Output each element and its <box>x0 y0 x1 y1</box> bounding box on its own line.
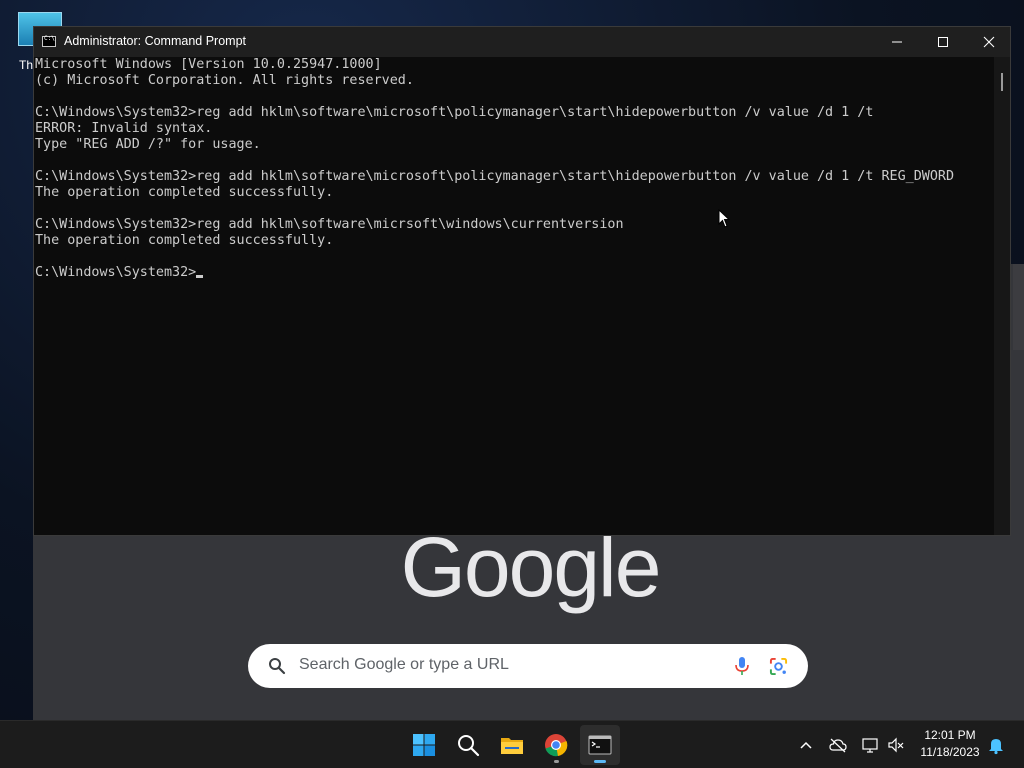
search-icon <box>458 735 480 757</box>
console-output[interactable]: Microsoft Windows [Version 10.0.25947.10… <box>34 57 995 535</box>
scrollbar-thumb[interactable] <box>1001 73 1003 91</box>
prompt-text: C:\Windows\System32> <box>35 265 197 280</box>
terminal-button[interactable] <box>580 725 620 765</box>
console-line: ERROR: Invalid syntax. <box>35 121 213 136</box>
google-lens-icon[interactable] <box>769 657 788 676</box>
close-icon <box>983 36 995 48</box>
console-line: The operation completed successfully. <box>35 233 334 248</box>
clock-date: 11/18/2023 <box>920 745 980 759</box>
window-title: Administrator: Command Prompt <box>64 34 247 48</box>
console-line: C:\Windows\System32>reg add hklm\softwar… <box>35 105 874 120</box>
file-explorer-button[interactable] <box>492 725 532 765</box>
search-box[interactable]: Search Google or type a URL <box>248 644 808 688</box>
search-input[interactable]: Search Google or type a URL <box>299 656 509 674</box>
notification-bell-icon[interactable] <box>986 735 1006 755</box>
text-cursor <box>196 275 204 278</box>
console-line: C:\Windows\System32>reg add hklm\softwar… <box>35 169 955 184</box>
console-line: Microsoft Windows [Version 10.0.25947.10… <box>35 57 382 72</box>
cloud-offline-icon[interactable] <box>828 735 848 755</box>
running-indicator <box>554 760 559 763</box>
chrome-icon <box>545 734 568 757</box>
network-icon[interactable] <box>860 735 880 755</box>
console-line: (c) Microsoft Corporation. All rights re… <box>35 73 414 88</box>
titlebar[interactable]: Administrator: Command Prompt <box>34 27 1010 57</box>
clock[interactable]: 12:01 PM 11/18/2023 <box>912 727 988 761</box>
console-line: The operation completed successfully. <box>35 185 334 200</box>
scrollbar[interactable] <box>994 57 1010 535</box>
mouse-pointer-icon <box>718 209 731 228</box>
chrome-button[interactable] <box>536 725 576 765</box>
start-icon <box>413 734 435 756</box>
taskbar: 12:01 PM 11/18/2023 <box>0 720 1024 768</box>
clock-time: 12:01 PM <box>924 728 976 742</box>
cmd-app-icon <box>42 35 56 47</box>
start-button[interactable] <box>404 725 444 765</box>
active-indicator <box>594 760 606 763</box>
minimize-button[interactable] <box>874 27 920 57</box>
maximize-button[interactable] <box>920 27 966 57</box>
maximize-icon <box>938 37 948 47</box>
console-line: Type "REG ADD /?" for usage. <box>35 137 261 152</box>
search-icon <box>269 658 286 675</box>
microphone-icon[interactable] <box>734 656 750 676</box>
console-line: C:\Windows\System32>reg add hklm\softwar… <box>35 217 624 232</box>
command-prompt-line[interactable]: C:\Windows\System32> <box>35 265 995 281</box>
command-prompt-window[interactable]: Administrator: Command Prompt Microsoft … <box>33 26 1011 536</box>
minimize-icon <box>892 41 902 43</box>
close-button[interactable] <box>966 27 1012 57</box>
file-explorer-icon <box>501 738 523 754</box>
taskbar-search-button[interactable] <box>448 725 488 765</box>
volume-muted-icon[interactable] <box>886 735 906 755</box>
browser-edge <box>1013 264 1024 350</box>
desktop-icon-label: Th <box>19 58 34 72</box>
terminal-icon <box>588 735 612 755</box>
chevron-up-icon[interactable] <box>796 735 816 755</box>
